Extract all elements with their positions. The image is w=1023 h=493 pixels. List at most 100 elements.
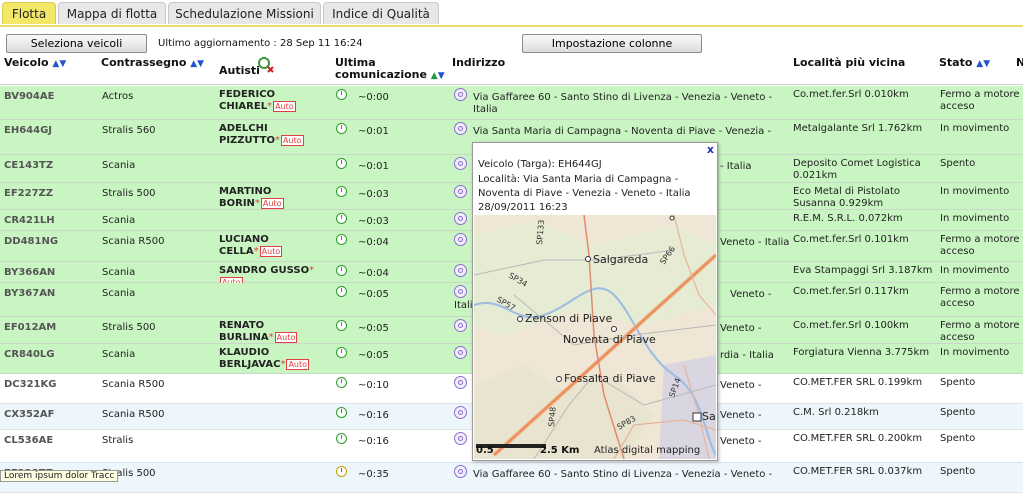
map-label-fossalta: Fossalta di Piave	[564, 372, 656, 385]
vehicle-plate[interactable]: DC321KG	[4, 379, 56, 391]
map-scale-unit: 2.5 Km	[540, 445, 579, 456]
vehicle-plate[interactable]: CE143TZ	[4, 160, 53, 172]
table-row[interactable]: EF228ZZ Stralis 500 ~0:35 Via Gaffaree 6…	[0, 463, 1023, 493]
map-label-sp48: SP48	[547, 406, 558, 427]
clock-icon	[336, 407, 347, 418]
vehicle-tag: Scania R500	[102, 236, 165, 247]
sort-asc-icon[interactable]: ▲	[431, 71, 438, 81]
locate-on-map-icon[interactable]	[454, 233, 467, 246]
popup-vehicle: Veicolo (Targa): EH644GJ	[478, 159, 602, 170]
vehicle-plate[interactable]: BV904AE	[4, 91, 54, 103]
vehicle-plate[interactable]: EH644GJ	[4, 125, 52, 137]
locate-on-map-icon[interactable]	[454, 212, 467, 225]
last-communication: ~0:04	[358, 237, 389, 248]
locate-on-map-icon[interactable]	[454, 376, 467, 389]
vehicle-tag: Actros	[102, 91, 134, 102]
driver-first-name: MARTINO	[219, 186, 272, 197]
vehicle-status: In movimento	[940, 347, 1010, 358]
map-label-salgareda: Salgareda	[593, 253, 648, 266]
column-settings-button[interactable]: Impostazione colonne	[522, 34, 702, 53]
vehicle-plate[interactable]: CR840LG	[4, 349, 55, 361]
vehicle-plate[interactable]: CL536AE	[4, 435, 53, 447]
last-communication: ~0:01	[358, 126, 389, 137]
header-address[interactable]: Indirizzo	[452, 57, 505, 69]
driver-first-name: RENATO	[219, 320, 265, 331]
popup-map[interactable]: Salgareda Zenson di Piave Noventa di Pia…	[474, 215, 716, 459]
clock-icon	[336, 265, 347, 276]
clock-icon	[336, 433, 347, 444]
close-icon[interactable]: x	[707, 143, 714, 156]
header-status[interactable]: Stato ▲▼	[939, 57, 990, 70]
sort-desc-icon[interactable]: ▼	[197, 59, 204, 69]
locate-on-map-icon[interactable]	[454, 406, 467, 419]
nearest-place: R.E.M. S.R.L. 0.072km	[793, 213, 903, 224]
map-canvas[interactable]: Salgareda Zenson di Piave Noventa di Pia…	[474, 215, 716, 459]
vehicle-plate[interactable]: CX352AF	[4, 409, 55, 421]
last-communication: ~0:35	[358, 469, 389, 480]
driver-cell: MARTINO BORIN* Auto	[219, 186, 331, 210]
locate-on-map-icon[interactable]	[454, 185, 467, 198]
nearest-place: Eva Stampaggi Srl 3.187km	[793, 265, 933, 276]
header-drivers[interactable]: Autisti	[219, 65, 260, 77]
vehicle-status: Fermo a motore acceso	[940, 89, 1020, 112]
nearest-place: Eco Metal di Pistolato Susanna 0.929km	[793, 186, 900, 209]
vehicle-plate[interactable]: DD481NG	[4, 236, 58, 248]
last-communication: ~0:04	[358, 268, 389, 279]
locate-on-map-icon[interactable]	[454, 346, 467, 359]
tab-indice-di-qualita[interactable]: Indice di Qualità	[323, 2, 439, 24]
sort-desc-icon[interactable]: ▼	[438, 71, 445, 81]
vehicle-plate[interactable]: EF227ZZ	[4, 188, 53, 200]
vehicle-tag: Stralis 500	[102, 322, 156, 333]
auto-asterisk: *	[267, 101, 273, 112]
header-nearest-place[interactable]: Località più vicina	[793, 57, 905, 69]
map-label-noventa: Noventa di Piave	[563, 333, 656, 346]
tab-schedulazione-missioni[interactable]: Schedulazione Missioni	[168, 2, 321, 24]
header-vehicle[interactable]: Veicolo ▲▼	[4, 57, 66, 70]
nearest-place: Deposito Comet Logistica 0.021km	[793, 158, 921, 181]
locate-on-map-icon[interactable]	[454, 285, 467, 298]
auto-badge: Auto	[281, 135, 304, 146]
vehicle-tag: Scania	[102, 267, 136, 278]
vehicle-status: Spento	[940, 377, 976, 388]
driver-first-name: LUCIANO	[219, 234, 269, 245]
table-row[interactable]: BV904AE Actros FEDERICO CHIAREL* Auto ~0:…	[0, 86, 1023, 120]
vehicle-status: Spento	[940, 158, 976, 169]
locate-on-map-icon[interactable]	[454, 465, 467, 478]
locate-on-map-icon[interactable]	[454, 88, 467, 101]
vehicle-plate[interactable]: BY367AN	[4, 288, 55, 300]
driver-filter-icon[interactable]	[257, 56, 275, 74]
header-last-communication[interactable]: Ultima comunicazione ▲▼	[335, 57, 445, 82]
tab-mappa-di-flotta[interactable]: Mappa di flotta	[58, 2, 166, 24]
sort-desc-icon[interactable]: ▼	[59, 59, 66, 69]
driver-first-name: KLAUDIO	[219, 347, 270, 358]
popup-timestamp: 28/09/2011 16:23	[478, 202, 568, 213]
last-communication: ~0:05	[358, 323, 389, 334]
clock-icon	[336, 234, 347, 245]
auto-asterisk: *	[268, 332, 274, 343]
driver-first-name: ADELCHI	[219, 123, 268, 134]
locate-on-map-icon[interactable]	[454, 264, 467, 277]
locate-on-map-icon[interactable]	[454, 122, 467, 135]
header-tag[interactable]: Contrassegno ▲▼	[101, 57, 204, 70]
select-vehicles-button[interactable]: Seleziona veicoli	[6, 34, 147, 53]
vehicle-status: In movimento	[940, 265, 1010, 276]
address: Via Gaffaree 60 - Santo Stino di Livenza…	[473, 469, 773, 480]
tab-flotta[interactable]: Flotta	[2, 2, 56, 24]
locate-on-map-icon[interactable]	[454, 432, 467, 445]
clock-icon	[336, 347, 347, 358]
vehicle-plate[interactable]: BY366AN	[4, 267, 55, 279]
nearest-place: Co.met.fer.Srl 0.010km	[793, 89, 909, 100]
nearest-place: C.M. Srl 0.218km	[793, 407, 879, 418]
driver-name: SANDRO GUSSO	[219, 265, 310, 276]
locate-on-map-icon[interactable]	[454, 157, 467, 170]
driver-last-name: CHIAREL	[219, 101, 268, 112]
header-extra[interactable]: N	[1016, 57, 1023, 69]
sort-desc-icon[interactable]: ▼	[983, 59, 990, 69]
nearest-place: Forgiatura Vienna 3.775km	[793, 347, 930, 358]
auto-asterisk: *	[275, 135, 281, 146]
vehicle-plate[interactable]: CR421LH	[4, 215, 55, 227]
vehicle-plate[interactable]: EF012AM	[4, 322, 56, 334]
locate-on-map-icon[interactable]	[454, 319, 467, 332]
vehicle-status: Spento	[940, 433, 976, 444]
auto-badge: Auto	[273, 101, 296, 112]
